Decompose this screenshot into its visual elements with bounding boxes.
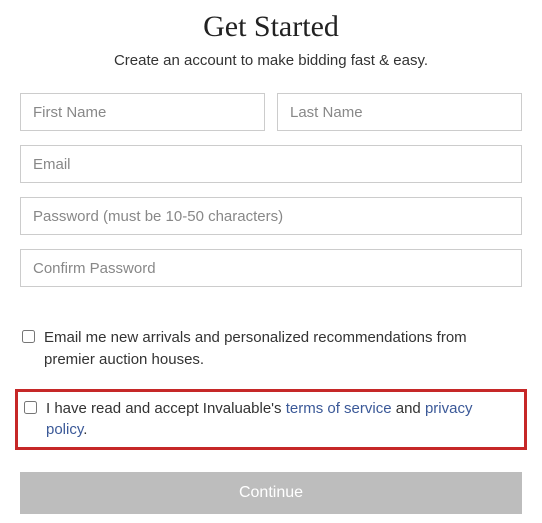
password-field[interactable] xyxy=(20,197,522,235)
newsletter-label: Email me new arrivals and personalized r… xyxy=(44,327,520,371)
email-field[interactable] xyxy=(20,145,522,183)
newsletter-checkbox[interactable] xyxy=(22,330,35,343)
first-name-field[interactable] xyxy=(20,93,265,131)
terms-text-suffix: . xyxy=(83,421,87,438)
terms-text-middle: and xyxy=(392,400,425,417)
terms-text-prefix: I have read and accept Invaluable's xyxy=(46,400,286,417)
confirm-password-field[interactable] xyxy=(20,249,522,287)
last-name-field[interactable] xyxy=(277,93,522,131)
terms-of-service-link[interactable]: terms of service xyxy=(286,400,392,417)
page-subtitle: Create an account to make bidding fast &… xyxy=(20,52,522,69)
name-row xyxy=(20,93,522,131)
terms-label: I have read and accept Invaluable's term… xyxy=(46,398,518,442)
terms-checkbox[interactable] xyxy=(24,401,37,414)
terms-checkbox-row: I have read and accept Invaluable's term… xyxy=(15,389,527,451)
newsletter-checkbox-row: Email me new arrivals and personalized r… xyxy=(20,323,522,375)
continue-button[interactable]: Continue xyxy=(20,472,522,514)
page-title: Get Started xyxy=(20,10,522,44)
